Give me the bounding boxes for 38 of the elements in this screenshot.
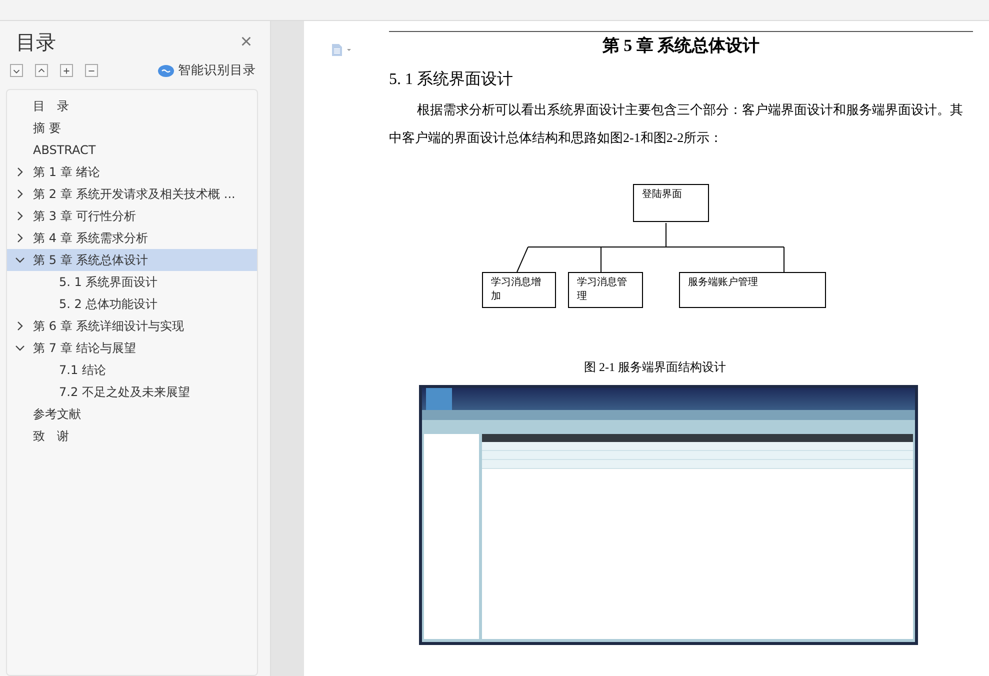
outline-item[interactable]: 第 7 章 结论与展望 bbox=[33, 340, 136, 356]
cloud-icon bbox=[158, 64, 174, 76]
diagram-node: 服务端账户管理 bbox=[679, 272, 826, 308]
outline-item[interactable]: 摘 要 bbox=[33, 120, 61, 136]
outline-item[interactable]: 5. 2 总体功能设计 bbox=[59, 296, 158, 312]
diagram-node: 学习消息管理 bbox=[568, 272, 643, 308]
outline-item[interactable]: 第 4 章 系统需求分析 bbox=[33, 230, 148, 246]
outline-item[interactable]: 第 1 章 绪论 bbox=[33, 164, 100, 180]
collapse-all-button[interactable] bbox=[35, 64, 48, 77]
expand-all-button[interactable] bbox=[10, 64, 23, 77]
chevron-right-icon[interactable] bbox=[15, 233, 25, 243]
outline-item[interactable]: ABSTRACT bbox=[33, 143, 96, 157]
add-button[interactable] bbox=[60, 64, 73, 77]
outline-item[interactable]: 7.1 结论 bbox=[59, 362, 106, 378]
section-heading: 5. 1 系统界面设计 bbox=[389, 70, 514, 90]
outline-item[interactable]: 第 6 章 系统详细设计与实现 bbox=[33, 318, 184, 334]
figure-caption: 图 2-1 服务端界面结构设计 bbox=[583, 359, 727, 376]
chevron-right-icon[interactable] bbox=[15, 167, 25, 177]
body-paragraph: 根据需求分析可以看出系统界面设计主要包含三个部分：客户端界面设计和服务端界面设计。其中客户端的界面设计总体结构和思路如图2-1和图2-2所示： bbox=[389, 101, 964, 147]
outline-item[interactable]: 致 谢 bbox=[33, 428, 69, 444]
outline-item[interactable]: 参考文献 bbox=[33, 406, 81, 422]
outline-item[interactable]: 第 2 章 系统开发请求及相关技术概 ... bbox=[33, 186, 236, 202]
chevron-down-icon[interactable] bbox=[15, 343, 25, 353]
chevron-right-icon[interactable] bbox=[15, 189, 25, 199]
sidebar-title: 目录 bbox=[16, 29, 56, 56]
chapter-heading: 第 5 章 系统总体设计 bbox=[601, 35, 761, 57]
close-button[interactable]: × bbox=[236, 31, 256, 54]
outline-item[interactable]: 7.2 不足之处及未来展望 bbox=[59, 384, 190, 400]
chevron-down-icon[interactable] bbox=[15, 255, 25, 265]
chevron-right-icon[interactable] bbox=[15, 211, 25, 221]
diagram-node: 学习消息增加 bbox=[482, 272, 556, 308]
outline-item[interactable]: 第 3 章 可行性分析 bbox=[33, 208, 136, 224]
chevron-right-icon[interactable] bbox=[15, 321, 25, 331]
outline-item[interactable]: 目 录 bbox=[33, 98, 69, 114]
outline-item[interactable]: 5. 1 系统界面设计 bbox=[59, 274, 158, 290]
remove-button[interactable] bbox=[85, 64, 98, 77]
smart-toc-button[interactable]: 智能识别目录 bbox=[178, 62, 256, 79]
diagram-node: 登陆界面 bbox=[633, 184, 709, 222]
